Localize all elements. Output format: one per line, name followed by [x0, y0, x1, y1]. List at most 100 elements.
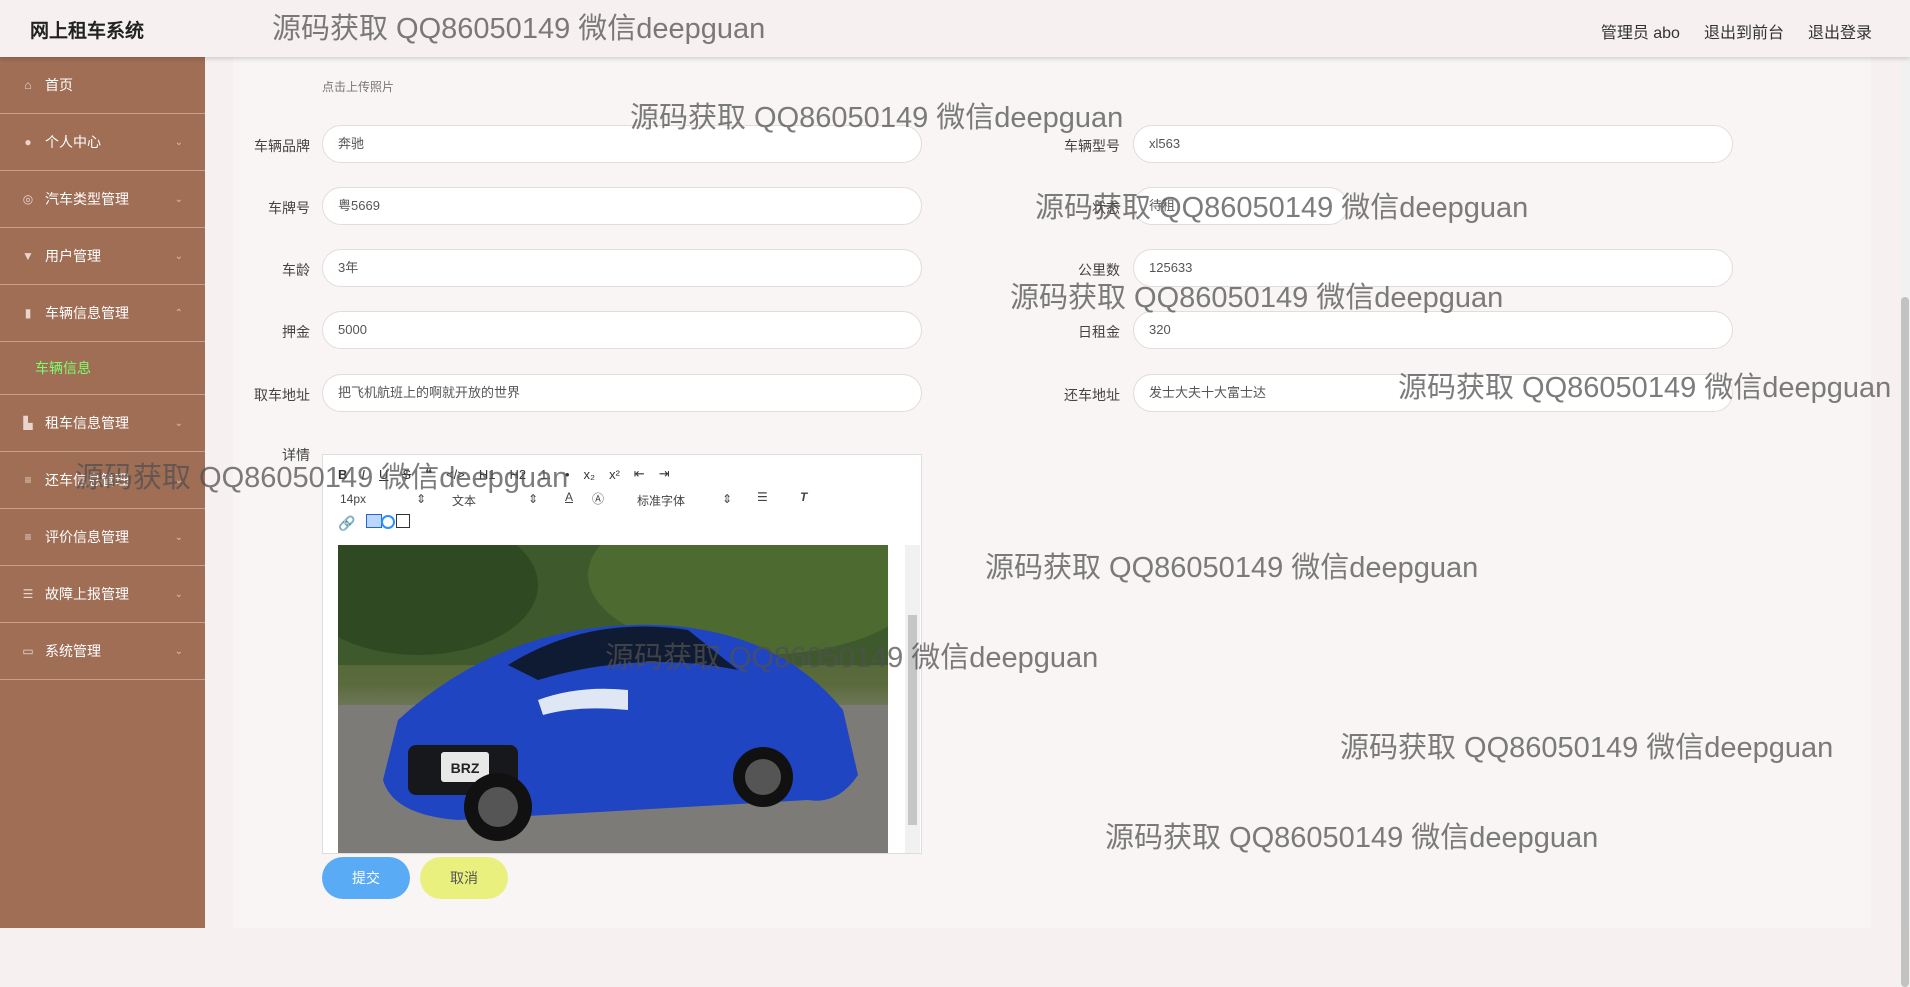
- page-scrollbar-thumb[interactable]: [1901, 297, 1909, 987]
- brand-label: 车辆品牌: [254, 138, 310, 154]
- sidebar-subitem-vehicle-info[interactable]: 车辆信息: [0, 342, 205, 395]
- sidebar-item-reviews[interactable]: ≡ 评价信息管理 ⌄: [0, 509, 205, 566]
- car-image: BRZ: [338, 545, 888, 853]
- subscript-button[interactable]: x₂: [584, 467, 596, 482]
- chevron-down-icon: ⌄: [174, 474, 183, 486]
- chevron-up-icon: ⌃: [174, 307, 183, 319]
- chevron-down-icon: ⌄: [174, 193, 183, 205]
- license-plate-text: BRZ: [451, 760, 480, 776]
- block-format-select[interactable]: 文本: [452, 492, 476, 509]
- sidebar-item-faults[interactable]: ☰ 故障上报管理 ⌄: [0, 566, 205, 623]
- code-button[interactable]: </>: [446, 467, 465, 482]
- sidebar-item-home[interactable]: ⌂ 首页: [0, 57, 205, 114]
- sidebar-item-system[interactable]: ▭ 系统管理 ⌄: [0, 623, 205, 680]
- daily-rent-input[interactable]: 320: [1133, 311, 1733, 349]
- sidebar-item-label: 还车信息管理: [45, 472, 129, 488]
- upload-photo-hint[interactable]: 点击上传照片: [322, 78, 394, 95]
- sidebar-item-label: 故障上报管理: [45, 586, 129, 602]
- chevron-down-icon: ⌄: [174, 531, 183, 543]
- indent-button[interactable]: ⇥: [659, 466, 670, 482]
- clear-format-icon[interactable]: T: [800, 490, 807, 504]
- underline-button[interactable]: U: [379, 467, 388, 482]
- editor-toolbar-row-1: B I U S ❝ </> H1 H2 1. • x₂ x² ⇤ ⇥: [338, 466, 670, 482]
- strike-button[interactable]: S: [402, 467, 411, 482]
- sidebar-item-label: 个人中心: [45, 134, 101, 150]
- age-input[interactable]: 3年: [322, 249, 922, 287]
- home-icon: ⌂: [24, 78, 32, 92]
- chevron-down-icon: ⌄: [174, 250, 183, 262]
- chart-icon: ▙: [23, 416, 33, 430]
- header-nav: 管理员 abo 退出到前台 退出登录: [1601, 19, 1872, 43]
- submit-button[interactable]: 提交: [322, 857, 410, 899]
- return-address-input[interactable]: 发士大夫十大富士达: [1133, 374, 1733, 412]
- monitor-icon: ▭: [22, 644, 34, 658]
- user-icon: ●: [24, 135, 32, 149]
- pickup-address-input[interactable]: 把飞机航班上的啊就开放的世界: [322, 374, 922, 412]
- deposit-label: 押金: [282, 324, 310, 340]
- model-input[interactable]: xl563: [1133, 125, 1733, 163]
- font-size-select[interactable]: 14px: [340, 492, 366, 506]
- h2-button[interactable]: H2: [510, 467, 527, 482]
- link-icon[interactable]: 🔗: [338, 515, 355, 532]
- sidebar-item-users[interactable]: ▼ 用户管理 ⌄: [0, 228, 205, 285]
- sliders-icon: ☰: [22, 587, 34, 601]
- sidebar-item-label: 系统管理: [45, 643, 101, 659]
- return-address-label: 还车地址: [1064, 387, 1120, 403]
- cursor-highlight-icon: [381, 515, 395, 529]
- image-icon[interactable]: [366, 514, 382, 528]
- sidebar-item-label: 用户管理: [45, 248, 101, 264]
- sidebar-item-label: 首页: [45, 77, 73, 93]
- page-scrollbar[interactable]: [1900, 57, 1910, 987]
- daily-rent-label: 日租金: [1078, 324, 1120, 340]
- age-label: 车龄: [282, 262, 310, 278]
- editor-scrollbar-thumb[interactable]: [908, 615, 917, 825]
- font-family-select[interactable]: 标准字体: [637, 492, 685, 509]
- bar-chart-icon: ▮: [24, 306, 32, 320]
- status-select[interactable]: 待租: [1133, 187, 1348, 225]
- pin-icon: ▼: [22, 249, 34, 263]
- status-label: 状态: [1092, 200, 1120, 216]
- chevron-updown-icon: ⇕: [722, 492, 733, 506]
- sidebar-item-label: 车辆信息管理: [45, 305, 129, 321]
- exit-to-front-link[interactable]: 退出到前台: [1704, 19, 1784, 43]
- sidebar: ⌂ 首页 ● 个人中心 ⌄ ◎ 汽车类型管理 ⌄ ▼ 用户管理 ⌄ ▮ 车辆信息…: [0, 57, 205, 928]
- sidebar-item-vehicles[interactable]: ▮ 车辆信息管理 ⌃: [0, 285, 205, 342]
- background-color-icon[interactable]: Ⓐ: [592, 490, 604, 507]
- top-header: 网上租车系统 管理员 abo 退出到前台 退出登录: [0, 0, 1910, 57]
- quote-button[interactable]: ❝: [425, 466, 432, 482]
- align-icon[interactable]: ☰: [757, 490, 768, 504]
- list-icon: ≡: [24, 473, 32, 487]
- logout-link[interactable]: 退出登录: [1808, 19, 1872, 43]
- ordered-list-button[interactable]: 1.: [540, 467, 551, 482]
- bullet-list-button[interactable]: •: [565, 467, 570, 482]
- sidebar-item-car-types[interactable]: ◎ 汽车类型管理 ⌄: [0, 171, 205, 228]
- cancel-button[interactable]: 取消: [420, 857, 508, 899]
- outdent-button[interactable]: ⇤: [634, 466, 645, 482]
- superscript-button[interactable]: x²: [609, 467, 620, 482]
- chevron-down-icon: ⌄: [174, 645, 183, 657]
- pickup-address-label: 取车地址: [254, 387, 310, 403]
- list-icon: ≡: [24, 530, 32, 544]
- sidebar-item-rentals[interactable]: ▙ 租车信息管理 ⌄: [0, 395, 205, 452]
- plate-input[interactable]: 粤5669: [322, 187, 922, 225]
- chevron-updown-icon: ⇕: [416, 492, 427, 506]
- chevron-down-icon: ⌄: [174, 136, 183, 148]
- mileage-input[interactable]: 125633: [1133, 249, 1733, 287]
- italic-button[interactable]: I: [361, 467, 365, 482]
- sidebar-item-label: 评价信息管理: [45, 529, 129, 545]
- sidebar-item-label: 租车信息管理: [45, 415, 129, 431]
- chevron-down-icon: ⌄: [174, 588, 183, 600]
- h1-button[interactable]: H1: [479, 467, 496, 482]
- bold-button[interactable]: B: [338, 467, 347, 482]
- brand-input[interactable]: 奔驰: [322, 125, 922, 163]
- chevron-updown-icon: ⇕: [528, 492, 539, 506]
- current-user[interactable]: 管理员 abo: [1601, 19, 1680, 43]
- deposit-input[interactable]: 5000: [322, 311, 922, 349]
- mileage-label: 公里数: [1078, 262, 1120, 278]
- sidebar-item-profile[interactable]: ● 个人中心 ⌄: [0, 114, 205, 171]
- font-color-icon[interactable]: A: [565, 490, 573, 504]
- sidebar-item-returns[interactable]: ≡ 还车信息管理 ⌄: [0, 452, 205, 509]
- editor-scrollbar[interactable]: [905, 545, 920, 853]
- sidebar-item-label: 汽车类型管理: [45, 191, 129, 207]
- video-icon[interactable]: [396, 514, 410, 528]
